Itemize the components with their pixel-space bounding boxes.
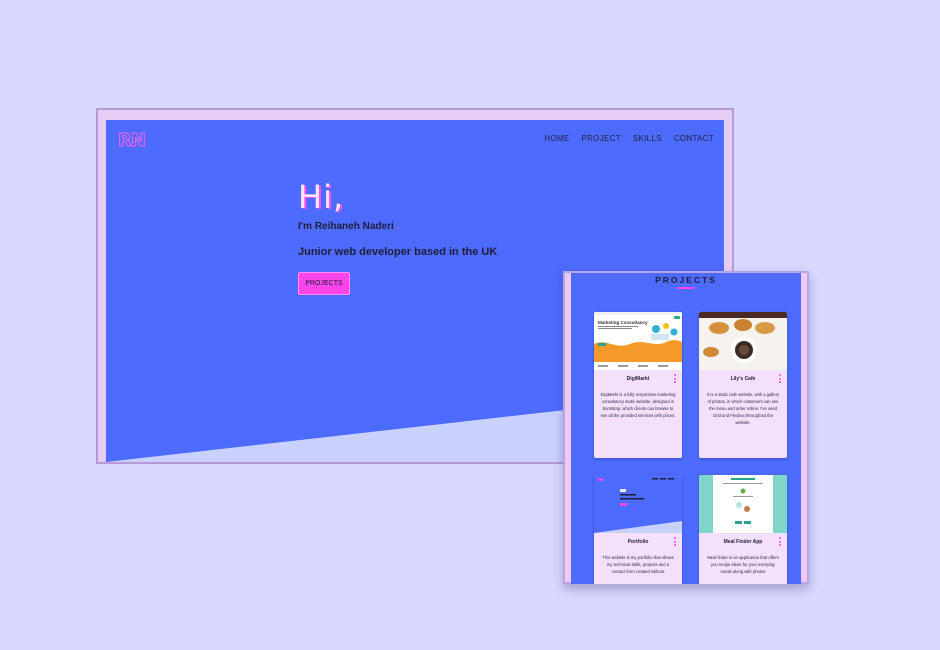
nav-contact-link[interactable]: CONTACT <box>674 134 714 143</box>
digimarkt-preview-heading: Marketing Consultancy <box>598 320 648 325</box>
hero-greeting: Hi, <box>298 178 345 216</box>
main-nav: HOME PROJECT SKILLS CONTACT <box>544 134 714 143</box>
site-logo[interactable]: RN <box>118 130 147 152</box>
project-card-portfolio[interactable]: Portfolio This website is my portfolio t… <box>594 475 682 584</box>
projects-button[interactable]: PROJECTS <box>298 272 350 295</box>
project-card-digimarkt[interactable]: Marketing Consultancy DigiMarkt DigiMark… <box>594 312 682 458</box>
project-preview-digimarkt: Marketing Consultancy <box>594 312 682 370</box>
projects-screenshot-frame: PROJECTS Marketing Consultancy DigiMarkt… <box>563 271 809 584</box>
project-preview-meal-finder <box>699 475 787 533</box>
projects-title-underline <box>677 287 695 289</box>
project-name: Portfolio <box>627 539 649 545</box>
hero-tagline: Junior web developer based in the UK <box>298 246 498 258</box>
hero-intro-dot: . <box>396 221 400 232</box>
nav-skills-link[interactable]: SKILLS <box>633 134 662 143</box>
project-name: DigiMarkt <box>626 376 650 382</box>
project-name: Lily's Cafe <box>730 376 756 382</box>
project-preview-portfolio <box>594 475 682 533</box>
project-preview-lilys-cafe <box>699 312 787 370</box>
project-description: DigiMarkt is a fully responsive marketin… <box>600 392 676 418</box>
project-description: It is a static cafe website, with a gall… <box>706 392 780 425</box>
nav-home-link[interactable]: HOME <box>544 134 569 143</box>
card-more-icon[interactable] <box>674 537 676 546</box>
project-name: Meal Finder App <box>723 539 763 545</box>
hero-intro-text: I'm Reihaneh Naderi <box>298 221 394 232</box>
nav-project-link[interactable]: PROJECT <box>581 134 620 143</box>
projects-title: PROJECTS <box>655 275 717 285</box>
project-description: This website is my portfolio that shows … <box>602 555 674 574</box>
portfolio-preview-graphic <box>594 475 682 533</box>
card-more-icon[interactable] <box>674 374 676 383</box>
project-card-lilys-cafe[interactable]: Lily's Cafe It is a static cafe website,… <box>699 312 787 458</box>
projects-section: PROJECTS Marketing Consultancy DigiMarkt… <box>571 273 801 584</box>
meal-finder-preview-graphic <box>699 475 787 533</box>
card-more-icon[interactable] <box>779 537 781 546</box>
project-description: Meal finder is an application that offer… <box>707 555 779 574</box>
project-card-meal-finder[interactable]: Meal Finder App Meal finder is an applic… <box>699 475 787 584</box>
hero-intro: I'm Reihaneh Naderi . <box>298 221 399 232</box>
cafe-preview-graphic <box>699 312 787 370</box>
card-more-icon[interactable] <box>779 374 781 383</box>
